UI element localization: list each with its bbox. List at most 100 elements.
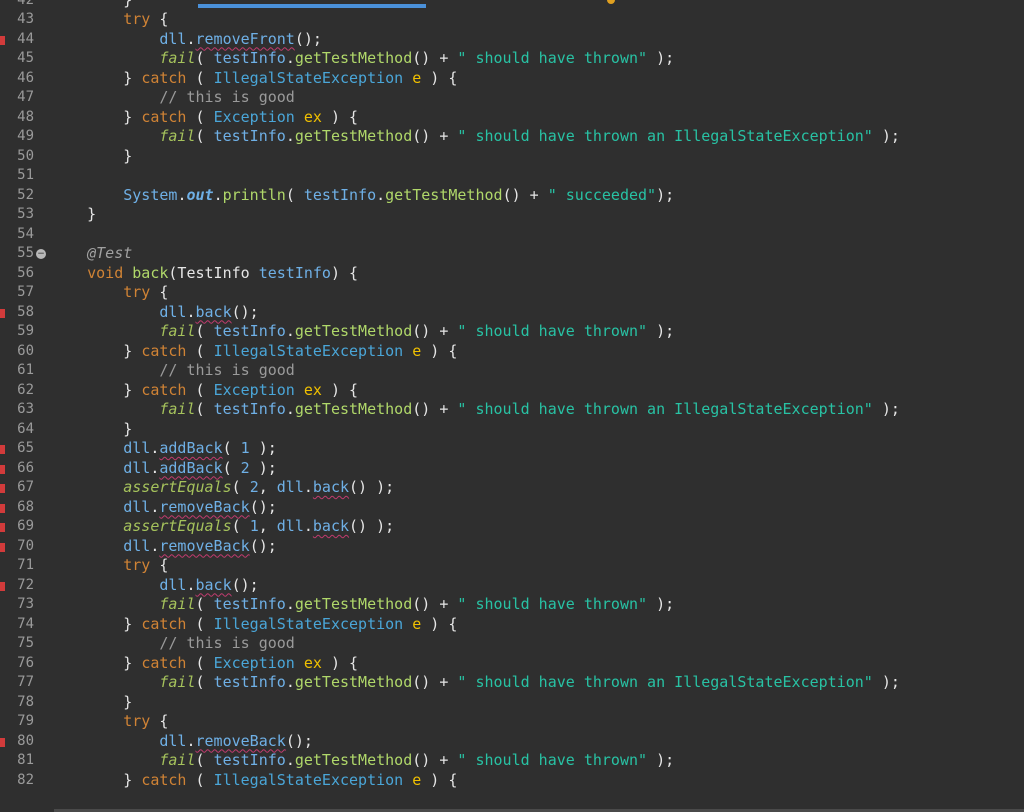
code-line[interactable]: 52 System.out.println( testInfo.getTestM…: [0, 186, 1024, 206]
code-area[interactable]: 42 }43 try {44 dll.removeFront();45 fail…: [0, 0, 1024, 812]
code-text[interactable]: assertEquals( 1, dll.back() );: [51, 517, 394, 537]
code-text[interactable]: }: [51, 147, 132, 167]
code-text[interactable]: fail( testInfo.getTestMethod() + " shoul…: [51, 49, 674, 69]
horizontal-scrollbar-track[interactable]: [0, 806, 1024, 812]
code-line[interactable]: 62 } catch ( Exception ex ) {: [0, 381, 1024, 401]
code-token: back: [132, 263, 169, 282]
code-line[interactable]: 78 }: [0, 693, 1024, 713]
code-line[interactable]: 51: [0, 166, 1024, 186]
code-token: (: [195, 49, 214, 67]
error-marker-icon[interactable]: [0, 308, 5, 318]
code-text[interactable]: fail( testInfo.getTestMethod() + " shoul…: [51, 673, 900, 693]
code-line[interactable]: 49 fail( testInfo.getTestMethod() + " sh…: [0, 127, 1024, 147]
code-text[interactable]: dll.removeBack();: [51, 537, 277, 557]
code-line[interactable]: 53 }: [0, 205, 1024, 225]
code-text[interactable]: dll.back();: [51, 576, 258, 596]
code-text[interactable]: fail( testInfo.getTestMethod() + " shoul…: [51, 751, 674, 771]
fold-toggle-icon[interactable]: −: [36, 249, 46, 259]
code-text[interactable]: try {: [51, 556, 168, 576]
code-line[interactable]: 44 dll.removeFront();: [0, 30, 1024, 50]
code-line[interactable]: 57 try {: [0, 283, 1024, 303]
code-text[interactable]: try {: [51, 10, 168, 30]
code-token: () +: [412, 127, 458, 145]
error-marker-icon[interactable]: [0, 542, 5, 552]
code-text[interactable]: void back(TestInfo testInfo) {: [51, 264, 358, 284]
error-marker-icon[interactable]: [0, 484, 5, 493]
code-line[interactable]: 75 // this is good: [0, 634, 1024, 654]
code-text[interactable]: try {: [51, 712, 168, 732]
error-marker-icon[interactable]: [0, 35, 5, 45]
code-line[interactable]: 68 dll.removeBack();: [0, 498, 1024, 518]
code-line[interactable]: 82 } catch ( IllegalStateException e ) {: [0, 771, 1024, 791]
code-text[interactable]: } catch ( IllegalStateException e ) {: [51, 69, 457, 89]
error-marker-icon[interactable]: [0, 737, 5, 747]
error-marker-icon[interactable]: [0, 523, 5, 532]
code-text[interactable]: @Test: [51, 244, 132, 264]
code-line[interactable]: 48 } catch ( Exception ex ) {: [0, 108, 1024, 128]
code-line[interactable]: 74 } catch ( IllegalStateException e ) {: [0, 615, 1024, 635]
code-text[interactable]: dll.addBack( 2 );: [51, 459, 277, 479]
code-line[interactable]: 50 }: [0, 147, 1024, 167]
code-text[interactable]: }: [51, 205, 96, 225]
code-line[interactable]: 54: [0, 225, 1024, 245]
code-line[interactable]: 58 dll.back();: [0, 303, 1024, 323]
code-text[interactable]: } catch ( Exception ex ) {: [51, 381, 358, 401]
code-line[interactable]: 79 try {: [0, 712, 1024, 732]
code-text[interactable]: // this is good: [51, 634, 294, 654]
code-text[interactable]: dll.back();: [51, 303, 258, 323]
code-line[interactable]: 72 dll.back();: [0, 576, 1024, 596]
code-text[interactable]: fail( testInfo.getTestMethod() + " shoul…: [51, 400, 900, 420]
code-text[interactable]: } catch ( IllegalStateException e ) {: [51, 615, 457, 635]
code-text[interactable]: try {: [51, 283, 168, 303]
code-line[interactable]: 61 // this is good: [0, 361, 1024, 381]
code-line[interactable]: 73 fail( testInfo.getTestMethod() + " sh…: [0, 595, 1024, 615]
code-line[interactable]: 42 }: [0, 0, 1024, 10]
code-line[interactable]: 71 try {: [0, 556, 1024, 576]
code-line[interactable]: 45 fail( testInfo.getTestMethod() + " sh…: [0, 49, 1024, 69]
code-text[interactable]: // this is good: [51, 88, 294, 108]
error-marker-icon[interactable]: [0, 464, 5, 474]
code-token: " should have thrown an IllegalStateExce…: [457, 673, 873, 691]
code-line[interactable]: 70 dll.removeBack();: [0, 537, 1024, 557]
code-text[interactable]: }: [51, 693, 132, 713]
code-line[interactable]: 46 } catch ( IllegalStateException e ) {: [0, 69, 1024, 89]
code-line[interactable]: 67 assertEquals( 2, dll.back() );: [0, 478, 1024, 498]
code-line[interactable]: 63 fail( testInfo.getTestMethod() + " sh…: [0, 400, 1024, 420]
code-text[interactable]: dll.removeBack();: [51, 498, 277, 518]
code-text[interactable]: assertEquals( 2, dll.back() );: [51, 478, 394, 498]
error-marker-icon[interactable]: [0, 503, 5, 513]
code-text[interactable]: }: [51, 0, 132, 10]
code-line[interactable]: 65 dll.addBack( 1 );: [0, 439, 1024, 459]
code-line[interactable]: 69 assertEquals( 1, dll.back() );: [0, 517, 1024, 537]
code-text[interactable]: dll.removeBack();: [51, 732, 313, 752]
code-line[interactable]: 43 try {: [0, 10, 1024, 30]
code-line[interactable]: 80 dll.removeBack();: [0, 732, 1024, 752]
code-text[interactable]: } catch ( Exception ex ) {: [51, 108, 358, 128]
code-text[interactable]: fail( testInfo.getTestMethod() + " shoul…: [51, 322, 674, 342]
error-marker-icon[interactable]: [0, 445, 5, 454]
code-line[interactable]: 66 dll.addBack( 2 );: [0, 459, 1024, 479]
code-text[interactable]: dll.addBack( 1 );: [51, 439, 277, 459]
code-editor[interactable]: 42 }43 try {44 dll.removeFront();45 fail…: [0, 0, 1024, 812]
code-token: (: [186, 341, 214, 360]
code-line[interactable]: 77 fail( testInfo.getTestMethod() + " sh…: [0, 673, 1024, 693]
code-text[interactable]: System.out.println( testInfo.getTestMeth…: [51, 186, 674, 206]
code-line[interactable]: 76 } catch ( Exception ex ) {: [0, 654, 1024, 674]
code-text[interactable]: } catch ( IllegalStateException e ) {: [51, 342, 457, 362]
code-text[interactable]: } catch ( Exception ex ) {: [51, 654, 358, 674]
code-text[interactable]: } catch ( IllegalStateException e ) {: [51, 771, 457, 791]
code-line[interactable]: 59 fail( testInfo.getTestMethod() + " sh…: [0, 322, 1024, 342]
code-line[interactable]: 55− @Test: [0, 244, 1024, 264]
code-text[interactable]: fail( testInfo.getTestMethod() + " shoul…: [51, 127, 900, 147]
code-line[interactable]: 47 // this is good: [0, 88, 1024, 108]
code-line[interactable]: 81 fail( testInfo.getTestMethod() + " sh…: [0, 751, 1024, 771]
code-text[interactable]: }: [51, 420, 132, 440]
code-line[interactable]: 64 }: [0, 420, 1024, 440]
error-marker-icon[interactable]: [0, 581, 5, 591]
code-text[interactable]: fail( testInfo.getTestMethod() + " shoul…: [51, 595, 674, 615]
code-line[interactable]: 60 } catch ( IllegalStateException e ) {: [0, 342, 1024, 362]
code-text[interactable]: // this is good: [51, 361, 294, 381]
code-line[interactable]: 56 void back(TestInfo testInfo) {: [0, 264, 1024, 284]
code-text[interactable]: dll.removeFront();: [51, 30, 322, 50]
